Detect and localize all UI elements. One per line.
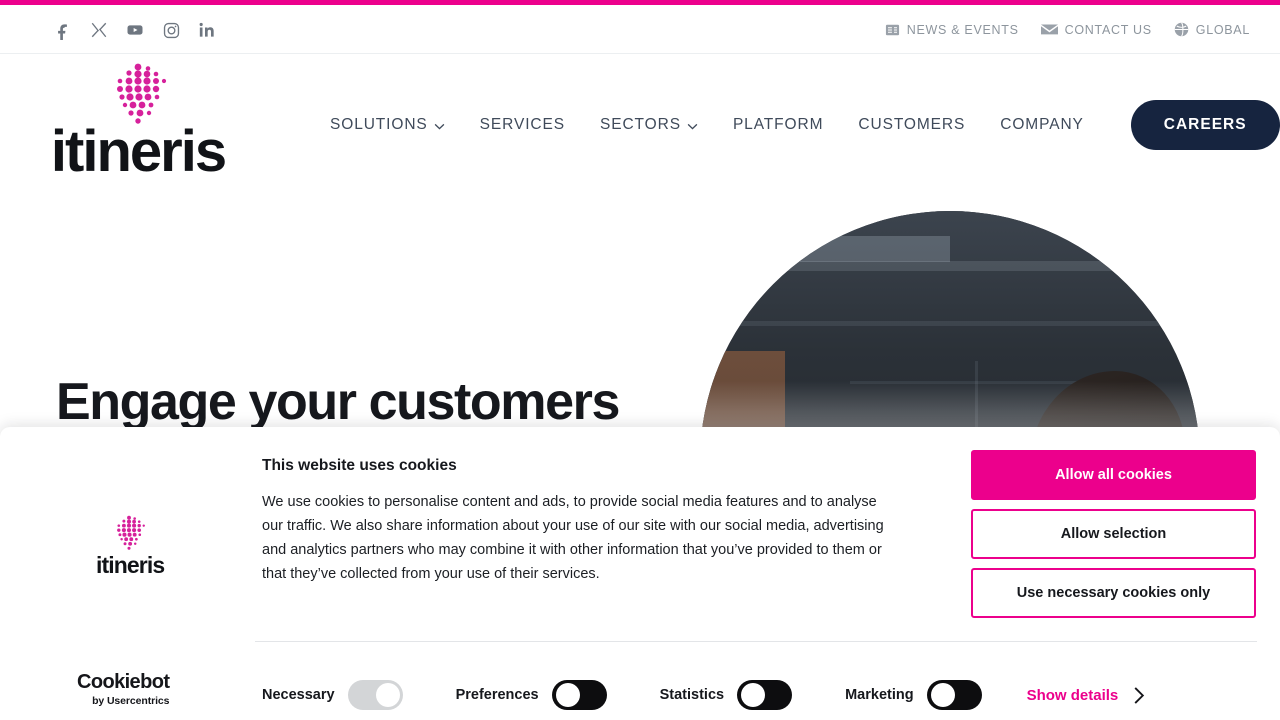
itineris-dot-mark	[117, 515, 145, 550]
nav-item-services[interactable]: SERVICES	[480, 116, 565, 134]
toggle-necessary	[347, 680, 403, 710]
news-icon	[885, 23, 900, 37]
cookie-banner-text: This website uses cookies We use cookies…	[262, 457, 894, 586]
consent-label: Statistics	[659, 687, 725, 703]
itineris-dot-mark	[117, 63, 167, 124]
consent-group-preferences: Preferences	[456, 680, 607, 710]
cookiebot-name: Cookiebot	[77, 671, 170, 693]
utility-link-label: NEWS & EVENTS	[906, 22, 1019, 37]
linkedin-icon[interactable]	[196, 19, 218, 41]
utility-link-global[interactable]: GLOBAL	[1174, 22, 1250, 37]
cookie-banner-heading: This website uses cookies	[262, 457, 457, 474]
utility-bar: NEWS & EVENTS CONTACT US GLOBAL	[0, 5, 1280, 54]
consent-toggle-row: Necessary Preferences Statistics Marketi…	[262, 680, 1145, 710]
cookie-banner-brand-logo[interactable]: itineris	[96, 515, 165, 578]
consent-label: Preferences	[455, 687, 539, 703]
envelope-icon	[1040, 23, 1058, 36]
nav-item-label: PLATFORM	[732, 116, 824, 133]
nav-item-sectors[interactable]: SECTORS	[600, 116, 698, 134]
toggle-preferences[interactable]	[551, 680, 607, 710]
page-root: NEWS & EVENTS CONTACT US GLOBAL itineris…	[0, 0, 1280, 720]
nav-item-label: SOLUTIONS	[330, 116, 428, 133]
nav-item-label: SERVICES	[479, 116, 565, 133]
facebook-icon[interactable]	[52, 19, 74, 41]
utility-link-news-events[interactable]: NEWS & EVENTS	[885, 23, 1019, 37]
nav-item-label: COMPANY	[1000, 116, 1084, 133]
x-twitter-icon[interactable]	[88, 19, 110, 41]
consent-group-marketing: Marketing	[845, 680, 982, 710]
show-details-label: Show details	[1026, 686, 1119, 704]
utility-link-contact-us[interactable]: CONTACT US	[1040, 22, 1152, 37]
nav-item-solutions[interactable]: SOLUTIONS	[330, 116, 445, 134]
utility-link-label: CONTACT US	[1064, 22, 1152, 37]
hero-title: Engage your customers	[56, 373, 620, 431]
nav-item-customers[interactable]: CUSTOMERS	[858, 116, 965, 134]
use-necessary-cookies-only-button[interactable]: Use necessary cookies only	[971, 568, 1256, 618]
utility-link-label: GLOBAL	[1195, 22, 1250, 37]
cookiebot-subtitle: by Usercentrics	[92, 695, 170, 707]
nav-item-company[interactable]: COMPANY	[1000, 116, 1084, 134]
cookie-banner-body: We use cookies to personalise content an…	[262, 494, 884, 582]
brand-wordmark: itineris	[96, 552, 165, 578]
cookiebot-logo[interactable]: Cookiebot by Usercentrics	[77, 671, 170, 707]
cookie-banner-divider	[255, 641, 1257, 642]
brand-logo[interactable]: itineris	[48, 63, 228, 181]
consent-group-statistics: Statistics	[659, 680, 793, 710]
allow-selection-button[interactable]: Allow selection	[971, 509, 1256, 559]
toggle-marketing[interactable]	[926, 680, 982, 710]
site-header: itineris SOLUTIONS SERVICES SECTORS PLAT…	[0, 54, 1280, 194]
cookie-banner-top: itineris This website uses cookies We us…	[0, 427, 1280, 643]
main-navigation: SOLUTIONS SERVICES SECTORS PLATFORM CUST…	[330, 100, 1280, 150]
nav-item-label: CUSTOMERS	[858, 116, 966, 133]
consent-label: Marketing	[845, 687, 914, 703]
social-links	[52, 19, 218, 41]
cookie-consent-banner: itineris This website uses cookies We us…	[0, 427, 1280, 720]
utility-links: NEWS & EVENTS CONTACT US GLOBAL	[885, 22, 1250, 37]
chevron-down-icon	[687, 123, 698, 130]
cookie-banner-actions: Allow all cookies Allow selection Use ne…	[971, 450, 1256, 627]
cookie-banner-bottom: Cookiebot by Usercentrics Necessary Pref…	[0, 643, 1280, 720]
nav-item-platform[interactable]: PLATFORM	[733, 116, 823, 134]
allow-all-cookies-button[interactable]: Allow all cookies	[971, 450, 1256, 500]
instagram-icon[interactable]	[160, 19, 182, 41]
careers-button[interactable]: CAREERS	[1130, 100, 1280, 150]
toggle-statistics[interactable]	[737, 680, 793, 710]
chevron-right-icon	[1134, 686, 1145, 704]
brand-wordmark: itineris	[50, 119, 227, 184]
consent-label: Necessary	[262, 687, 335, 703]
nav-item-label: SECTORS	[599, 116, 681, 133]
consent-group-necessary: Necessary	[262, 680, 403, 710]
globe-icon	[1174, 22, 1189, 37]
chevron-down-icon	[434, 123, 445, 130]
youtube-icon[interactable]	[124, 19, 146, 41]
show-details-link[interactable]: Show details	[1027, 686, 1146, 705]
